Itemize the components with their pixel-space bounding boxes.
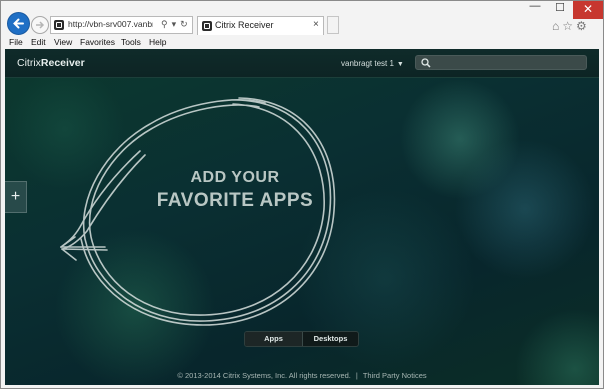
minimize-button[interactable]: — — [523, 0, 547, 12]
address-search-icon[interactable]: ⚲ — [161, 19, 168, 29]
search-input[interactable] — [415, 55, 587, 70]
browser-toolbar: http://vbn-srv007.vanbra... ⚲ ▾↻ Citrix R… — [1, 0, 603, 36]
browser-window: http://vbn-srv007.vanbra... ⚲ ▾↻ Citrix R… — [0, 0, 604, 389]
maximize-button[interactable]: ☐ — [548, 1, 572, 14]
chalk-circle-arrow-graphic — [60, 97, 336, 326]
user-menu[interactable]: vanbragt test 1 ▼ — [341, 59, 404, 68]
caret-down-icon: ▼ — [396, 61, 404, 68]
new-tab-button[interactable] — [327, 16, 339, 34]
user-name: vanbragt test 1 — [341, 59, 394, 68]
copyright-text: © 2013-2014 Citrix Systems, Inc. All rig… — [177, 371, 351, 380]
citrix-receiver-logo: CitrixReceiver — [17, 57, 85, 69]
brand-receiver: Receiver — [40, 57, 85, 69]
back-arrow-icon — [13, 18, 24, 29]
home-icon[interactable]: ⌂ — [552, 19, 562, 33]
address-url: http://vbn-srv007.vanbra... — [68, 19, 153, 29]
menu-edit[interactable]: Edit — [31, 37, 46, 47]
footer: © 2013-2014 Citrix Systems, Inc. All rig… — [5, 371, 599, 380]
footer-separator: | — [355, 371, 358, 380]
back-button[interactable] — [7, 12, 30, 35]
citrix-receiver-page: CitrixReceiver vanbragt test 1 ▼ + ADD Y… — [5, 49, 599, 385]
tab-desktops[interactable]: Desktops — [303, 332, 358, 346]
star-icon[interactable]: ☆ — [562, 19, 576, 33]
address-bar[interactable]: http://vbn-srv007.vanbra... ⚲ ▾↻ — [50, 16, 193, 34]
add-apps-button[interactable]: + — [5, 181, 27, 213]
menu-file[interactable]: File — [9, 37, 23, 47]
refresh-icon[interactable]: ↻ — [180, 19, 188, 29]
menu-help[interactable]: Help — [149, 37, 166, 47]
tab-close-icon[interactable]: × — [313, 19, 319, 30]
close-window-button[interactable]: ✕ — [573, 1, 603, 19]
tab-citrix-receiver[interactable]: Citrix Receiver × — [197, 16, 324, 35]
forward-arrow-icon — [36, 21, 45, 29]
view-switcher: Apps Desktops — [244, 331, 359, 347]
third-party-notices-link[interactable]: Third Party Notices — [363, 371, 427, 380]
headline-line1: ADD YOUR — [190, 169, 280, 186]
address-dropdown-icon[interactable]: ▾ — [172, 19, 177, 29]
brand-citrix: Citrix — [17, 57, 41, 69]
address-actions: ⚲ ▾ ↻ — [161, 19, 192, 30]
menu-favorites[interactable]: Favorites — [80, 37, 115, 47]
menu-view[interactable]: View — [54, 37, 72, 47]
headline-line2: FAVORITE APPS — [156, 190, 314, 211]
forward-button[interactable] — [31, 16, 49, 34]
tab-title: Citrix Receiver — [215, 20, 274, 30]
search-icon — [421, 58, 431, 68]
citrix-favicon-icon — [54, 20, 64, 30]
menu-bar: File Edit View Favorites Tools Help — [1, 36, 603, 49]
gear-icon[interactable]: ⚙ — [576, 19, 590, 33]
menu-tools[interactable]: Tools — [121, 37, 141, 47]
receiver-header: CitrixReceiver vanbragt test 1 ▼ — [5, 49, 599, 78]
tab-apps[interactable]: Apps — [245, 332, 303, 346]
browser-tool-icons: ⌂☆⚙ — [552, 19, 590, 33]
tab-favicon-icon — [202, 21, 212, 31]
